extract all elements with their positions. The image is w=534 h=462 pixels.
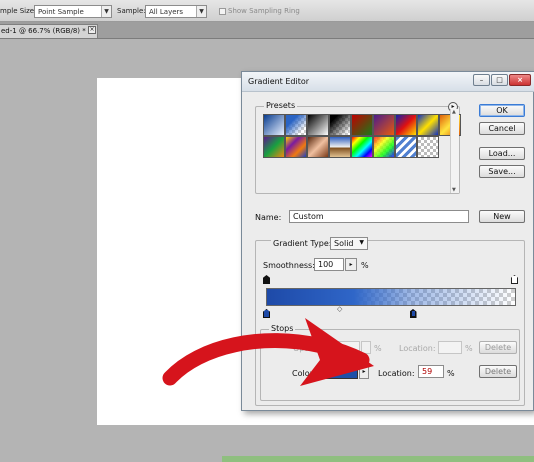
- color-location-value: 59: [422, 367, 433, 376]
- color-menu-icon[interactable]: ▸: [359, 365, 369, 379]
- preset-swatch-blue-yellow-blue[interactable]: [417, 114, 439, 136]
- color-delete-button[interactable]: Delete: [479, 365, 517, 378]
- opacity-location-unit: %: [465, 344, 473, 353]
- name-label: Name:: [255, 213, 282, 222]
- gradient-preview-bar[interactable]: [266, 288, 516, 306]
- sample-select[interactable]: All Layers ▼: [145, 5, 207, 18]
- preset-swatch-red-green[interactable]: [351, 114, 373, 136]
- preset-swatch-blue-transparent[interactable]: [285, 114, 307, 136]
- stops-group: Stops Opacity: % Location: % Delete Colo…: [260, 324, 520, 401]
- sample-size-value: Point Sample: [38, 8, 84, 16]
- cancel-button[interactable]: Cancel: [479, 122, 525, 135]
- status-strip: [222, 456, 534, 462]
- gradient-type-select[interactable]: Solid ▼: [330, 237, 368, 250]
- preset-swatch-violet-orange[interactable]: [373, 114, 395, 136]
- show-sampling-ring-label: Show Sampling Ring: [228, 7, 300, 15]
- name-field[interactable]: Custom: [289, 210, 469, 223]
- stops-label: Stops: [269, 324, 296, 333]
- color-location-unit: %: [447, 369, 455, 378]
- preset-swatch-chrome[interactable]: [329, 136, 351, 158]
- opacity-location-field: [438, 341, 462, 354]
- color-label: Color:: [292, 369, 316, 378]
- chevron-down-icon: ▼: [101, 6, 111, 17]
- preset-swatch-transparent-checks[interactable]: [417, 136, 439, 158]
- presets-label: Presets: [264, 101, 298, 110]
- scroll-down-icon[interactable]: ▼: [452, 187, 456, 193]
- presets-scrollbar[interactable]: ▲ ▼: [450, 109, 459, 193]
- opacity-stepper: [361, 341, 371, 354]
- chevron-down-icon: ▼: [359, 239, 364, 246]
- save-button[interactable]: Save...: [479, 165, 525, 178]
- close-icon[interactable]: ×: [88, 26, 96, 34]
- options-bar: mple Size: Point Sample ▼ Sample: All La…: [0, 0, 534, 22]
- smoothness-value: 100: [318, 260, 334, 269]
- opacity-unit: %: [374, 344, 382, 353]
- load-button[interactable]: Load...: [479, 147, 525, 160]
- document-tab-title: ed-1 @ 66.7% (RGB/8) *: [1, 27, 86, 35]
- sample-size-select[interactable]: Point Sample ▼: [34, 5, 112, 18]
- preset-swatch-blue-red-yellow[interactable]: [395, 114, 417, 136]
- new-button[interactable]: New: [479, 210, 525, 223]
- gradient-type-label: Gradient Type:: [271, 239, 334, 248]
- document-tab[interactable]: ed-1 @ 66.7% (RGB/8) *: [0, 24, 98, 38]
- presets-group: Presets ▸ ▲ ▼: [255, 101, 461, 194]
- preset-swatch-blue-white[interactable]: [263, 114, 285, 136]
- color-swatch[interactable]: [318, 365, 358, 379]
- preset-swatch-copper[interactable]: [307, 136, 329, 158]
- dialog-titlebar[interactable]: Gradient Editor – □ ×: [242, 72, 534, 92]
- sample-value: All Layers: [149, 8, 184, 16]
- maximize-icon[interactable]: □: [491, 74, 508, 86]
- color-location-field[interactable]: 59: [418, 365, 444, 378]
- gradient-editor-dialog: Gradient Editor – □ × Presets ▸ ▲ ▼ OK C…: [241, 71, 534, 411]
- smoothness-stepper-icon[interactable]: ▸: [345, 258, 357, 271]
- midpoint-diamond-icon[interactable]: ◇: [337, 305, 342, 313]
- ok-button[interactable]: OK: [479, 104, 525, 117]
- name-value: Custom: [293, 212, 324, 221]
- opacity-delete-button: Delete: [479, 341, 517, 354]
- preset-swatch-spectrum[interactable]: [351, 136, 373, 158]
- smoothness-label: Smoothness:: [263, 261, 315, 270]
- smoothness-field[interactable]: 100: [314, 258, 344, 271]
- close-icon[interactable]: ×: [509, 74, 531, 86]
- preset-swatch-black-transparent[interactable]: [329, 114, 351, 136]
- preset-swatch-black-white[interactable]: [307, 114, 329, 136]
- gradient-type-value: Solid: [334, 239, 354, 248]
- sample-size-label: mple Size:: [0, 7, 37, 15]
- chevron-down-icon: ▼: [196, 6, 206, 17]
- sample-label: Sample:: [117, 7, 146, 15]
- opacity-location-label: Location:: [399, 344, 436, 353]
- show-sampling-ring-checkbox[interactable]: [219, 8, 226, 15]
- preset-swatch-transparent-rainbow[interactable]: [373, 136, 395, 158]
- dialog-title: Gradient Editor: [248, 77, 310, 86]
- opacity-label: Opacity:: [293, 344, 326, 353]
- minimize-icon[interactable]: –: [473, 74, 490, 86]
- color-location-label: Location:: [378, 369, 415, 378]
- preset-swatch-transparent-stripes[interactable]: [395, 136, 417, 158]
- preset-swatch-yellow-violet-orange-blue[interactable]: [285, 136, 307, 158]
- smoothness-unit: %: [361, 261, 369, 270]
- document-tab-bar: ed-1 @ 66.7% (RGB/8) * ×: [0, 22, 534, 39]
- opacity-field: [332, 341, 360, 354]
- scroll-up-icon[interactable]: ▲: [452, 109, 456, 115]
- preset-swatch-violet-green-orange[interactable]: [263, 136, 285, 158]
